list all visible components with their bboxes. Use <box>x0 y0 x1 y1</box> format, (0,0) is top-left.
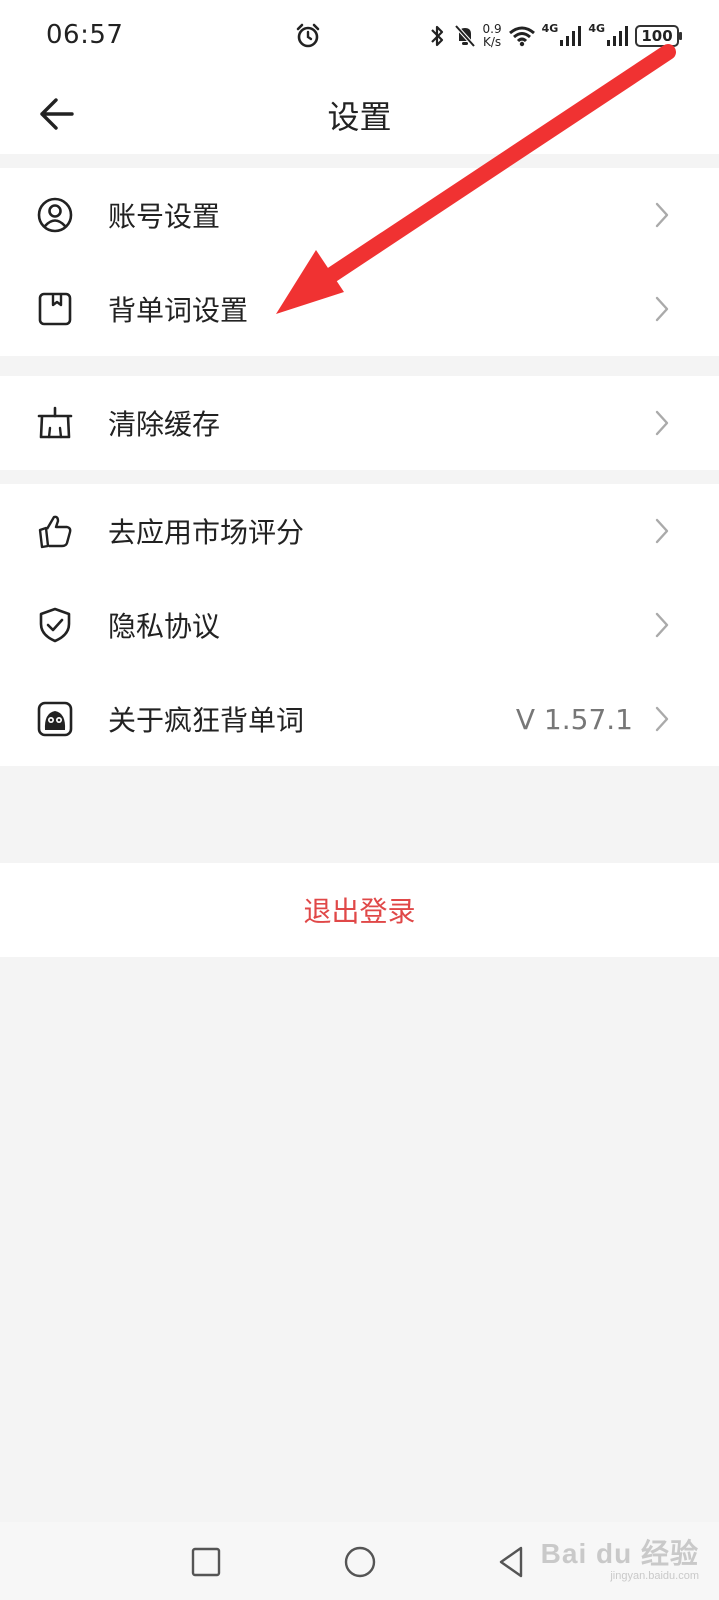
broom-icon <box>37 406 73 439</box>
row-label: 账号设置 <box>108 200 221 233</box>
chevron-right-icon <box>655 202 669 228</box>
app-header: 设置 <box>0 76 719 154</box>
bookmark-book-icon <box>38 292 72 326</box>
speed-unit: K/s <box>482 35 502 49</box>
settings-group-account: 账号设置 背单词设置 <box>0 168 719 356</box>
signal-icon <box>607 26 628 46</box>
recents-square-icon[interactable] <box>188 1544 224 1580</box>
watermark-main: Bai du 经验 <box>540 1538 699 1569</box>
network-type-1: 4G <box>541 22 559 35</box>
rate-app-row[interactable]: 去应用市场评分 <box>0 484 719 578</box>
clear-cache-row[interactable]: 清除缓存 <box>0 376 719 470</box>
row-label: 去应用市场评分 <box>108 516 305 549</box>
chevron-right-icon <box>655 518 669 544</box>
alarm-clock-icon <box>296 23 320 48</box>
word-study-settings-row[interactable]: 背单词设置 <box>0 262 719 356</box>
chevron-right-icon <box>655 612 669 638</box>
baidu-watermark: Bai du 经验 jingyan.baidu.com <box>541 1532 699 1582</box>
chevron-right-icon <box>655 410 669 436</box>
settings-group-about: 去应用市场评分 隐私协议 关于疯狂背单词 V 1.57.1 <box>0 484 719 766</box>
status-icons: 0.9 K/s 4G 4G 100 <box>427 18 682 54</box>
account-settings-row[interactable]: 账号设置 <box>0 168 719 262</box>
bluetooth-icon <box>430 25 443 47</box>
network-type-2: 4G <box>588 22 605 35</box>
settings-group-cache: 清除缓存 <box>0 376 719 470</box>
back-triangle-icon[interactable] <box>494 1544 530 1580</box>
logout-button[interactable]: 退出登录 <box>0 863 719 957</box>
watermark-sub: jingyan.baidu.com <box>610 1570 699 1582</box>
battery-level: 100 <box>641 27 673 45</box>
app-logo-icon <box>37 701 73 737</box>
status-bar: 06:57 0.9 K/s 4G 4G 100 <box>0 0 719 76</box>
logout-label: 退出登录 <box>303 895 416 928</box>
thumbs-up-icon <box>38 515 72 549</box>
privacy-policy-row[interactable]: 隐私协议 <box>0 578 719 672</box>
home-circle-icon[interactable] <box>342 1544 378 1580</box>
bell-muted-icon <box>454 24 476 48</box>
row-label: 背单词设置 <box>108 294 249 327</box>
about-app-row[interactable]: 关于疯狂背单词 V 1.57.1 <box>0 672 719 766</box>
page-title: 设置 <box>327 98 392 136</box>
chevron-right-icon <box>655 706 669 732</box>
signal-icon <box>560 26 582 46</box>
status-time: 06:57 <box>46 20 124 50</box>
shield-check-icon <box>39 607 71 643</box>
row-label: 关于疯狂背单词 <box>108 704 305 737</box>
wifi-icon <box>508 26 535 47</box>
user-circle-icon <box>37 197 73 233</box>
network-speed: 0.9 K/s <box>483 23 502 49</box>
battery-icon: 100 <box>635 25 682 47</box>
row-label: 清除缓存 <box>108 408 221 441</box>
chevron-right-icon <box>655 296 669 322</box>
app-version: V 1.57.1 <box>515 702 633 736</box>
row-label: 隐私协议 <box>108 610 221 643</box>
